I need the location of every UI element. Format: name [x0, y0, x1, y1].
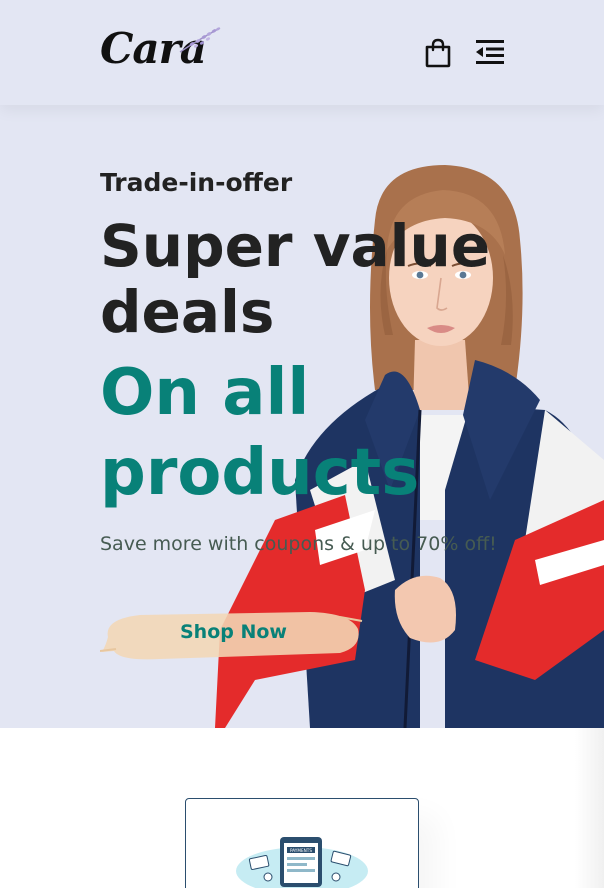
payments-screen-text: PAYMENTS	[290, 848, 312, 853]
lavender-sprig-icon	[179, 27, 221, 53]
offer-tagline: Trade-in-offer	[100, 168, 293, 197]
shop-now-label: Shop Now	[180, 621, 287, 643]
feature-card-payments: PAYMENTS	[185, 798, 419, 888]
hero-headline-accent: On all products	[100, 356, 420, 510]
hero-subtext: Save more with coupons & up to 70% off!	[100, 533, 497, 555]
online-payment-illustration: PAYMENTS	[236, 837, 368, 888]
menu-outdent-icon[interactable]	[475, 38, 505, 66]
brand-logo[interactable]: Cara	[100, 22, 225, 77]
edge-shadow	[575, 728, 604, 888]
shop-now-button[interactable]: Shop Now	[100, 607, 365, 662]
shopping-bag-icon[interactable]	[424, 38, 452, 68]
site-header: Cara	[0, 0, 604, 105]
hero-headline: Super value deals	[100, 212, 491, 346]
hero-banner: Trade-in-offer Super value deals On all …	[0, 105, 604, 728]
